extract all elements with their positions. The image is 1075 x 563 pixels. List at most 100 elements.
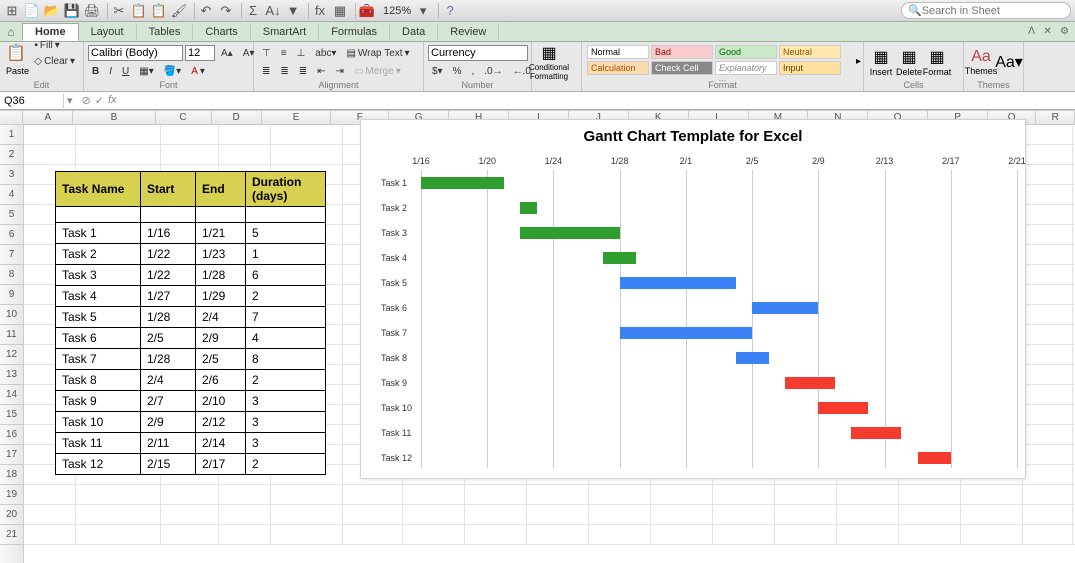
gantt-bar[interactable] <box>785 377 835 389</box>
insert-cells-button[interactable]: ▦Insert <box>868 44 894 80</box>
cancel-formula-icon[interactable]: ⊘ <box>82 94 91 107</box>
table-header[interactable]: Start <box>141 172 196 207</box>
percent-icon[interactable]: % <box>449 64 466 79</box>
indent-inc-icon[interactable]: ⇥ <box>332 64 348 79</box>
font-name-select[interactable] <box>88 45 183 61</box>
col-header-D[interactable]: D <box>212 111 262 124</box>
table-row[interactable]: Task 51/282/47 <box>56 307 326 328</box>
gantt-chart[interactable]: Gantt Chart Template for Excel 1/161/201… <box>360 119 1026 479</box>
search-input[interactable] <box>922 5 1062 17</box>
gantt-bar[interactable] <box>520 227 619 239</box>
fx-toggle-icon[interactable]: fx <box>312 3 328 19</box>
table-row[interactable]: Task 92/72/103 <box>56 391 326 412</box>
table-row[interactable]: Task 71/282/58 <box>56 349 326 370</box>
style-normal[interactable]: Normal <box>587 45 649 59</box>
select-all-corner[interactable] <box>0 111 23 124</box>
gantt-bar[interactable] <box>620 327 752 339</box>
row-header-11[interactable]: 11 <box>0 325 23 345</box>
row-header-2[interactable]: 2 <box>0 145 23 165</box>
table-row[interactable]: Task 21/221/231 <box>56 244 326 265</box>
format-painter-icon[interactable]: 🖌 <box>171 3 187 19</box>
table-header[interactable]: End <box>196 172 246 207</box>
font-size-select[interactable] <box>185 45 215 61</box>
row-header-14[interactable]: 14 <box>0 385 23 405</box>
tab-formulas[interactable]: Formulas <box>319 24 390 40</box>
align-top-icon[interactable]: ⊤ <box>258 46 275 61</box>
col-header-C[interactable]: C <box>156 111 212 124</box>
gantt-bar[interactable] <box>736 352 769 364</box>
gantt-bar[interactable] <box>421 177 504 189</box>
delete-cells-button[interactable]: ▦Delete <box>896 44 922 80</box>
fill-button[interactable]: ▪ Fill ▾ <box>30 38 79 53</box>
dec-inc-icon[interactable]: .0→ <box>480 64 506 79</box>
gantt-bar[interactable] <box>752 302 818 314</box>
table-row[interactable]: Task 122/152/172 <box>56 454 326 475</box>
cut-icon[interactable]: ✂ <box>111 3 127 19</box>
tab-smartart[interactable]: SmartArt <box>251 24 319 40</box>
tab-layout[interactable]: Layout <box>79 24 137 40</box>
fx-icon[interactable]: fx <box>108 94 117 107</box>
enter-formula-icon[interactable]: ✓ <box>95 94 104 107</box>
gantt-bar[interactable] <box>851 427 901 439</box>
gantt-bar[interactable] <box>603 252 636 264</box>
format-cells-button[interactable]: ▦Format <box>924 44 950 80</box>
paste-icon[interactable]: 📋 <box>151 3 167 19</box>
italic-button[interactable]: I <box>105 64 116 79</box>
orientation-icon[interactable]: abc▾ <box>311 46 340 61</box>
help-icon[interactable]: ? <box>442 3 458 19</box>
style-explanatory[interactable]: Explanatory ... <box>715 61 777 75</box>
row-header-9[interactable]: 9 <box>0 285 23 305</box>
table-row[interactable]: Task 11/161/215 <box>56 223 326 244</box>
row-header-12[interactable]: 12 <box>0 345 23 365</box>
table-row[interactable]: Task 62/52/94 <box>56 328 326 349</box>
underline-button[interactable]: U <box>118 64 133 79</box>
task-table[interactable]: Task NameStartEndDuration (days)Task 11/… <box>55 171 326 475</box>
file-icon[interactable]: 📄 <box>24 3 40 19</box>
row-header-16[interactable]: 16 <box>0 425 23 445</box>
comma-icon[interactable]: , <box>468 64 479 79</box>
col-header-B[interactable]: B <box>73 111 155 124</box>
number-format-select[interactable] <box>428 45 528 61</box>
gantt-bar[interactable] <box>818 402 868 414</box>
row-header-18[interactable]: 18 <box>0 465 23 485</box>
save-icon[interactable]: 💾 <box>64 3 80 19</box>
style-bad[interactable]: Bad <box>651 45 713 59</box>
col-header-R[interactable]: R <box>1036 111 1075 124</box>
autosum-icon[interactable]: Σ <box>245 3 261 19</box>
tab-tables[interactable]: Tables <box>137 24 194 40</box>
row-header-19[interactable]: 19 <box>0 485 23 505</box>
style-neutral[interactable]: Neutral <box>779 45 841 59</box>
currency-icon[interactable]: $▾ <box>428 64 447 79</box>
row-header-5[interactable]: 5 <box>0 205 23 225</box>
print-icon[interactable]: 🖨 <box>84 3 100 19</box>
wrap-text-button[interactable]: ▤ Wrap Text ▾ <box>342 46 413 61</box>
open-icon[interactable]: 📂 <box>44 3 60 19</box>
table-header[interactable]: Duration (days) <box>246 172 326 207</box>
redo-icon[interactable]: ↷ <box>218 3 234 19</box>
bold-button[interactable]: B <box>88 64 103 79</box>
table-row[interactable]: Task 82/42/62 <box>56 370 326 391</box>
row-header-20[interactable]: 20 <box>0 505 23 525</box>
sort-icon[interactable]: A↓ <box>265 3 281 19</box>
name-box-dropdown-icon[interactable]: ▾ <box>64 94 76 107</box>
border-button[interactable]: ▦▾ <box>135 64 157 79</box>
col-header-E[interactable]: E <box>262 111 332 124</box>
row-header-7[interactable]: 7 <box>0 245 23 265</box>
table-row[interactable]: Task 112/112/143 <box>56 433 326 454</box>
copy-icon[interactable]: 📋 <box>131 3 147 19</box>
filter-icon[interactable]: ▼ <box>285 3 301 19</box>
style-check[interactable]: Check Cell <box>651 61 713 75</box>
row-header-21[interactable]: 21 <box>0 525 23 545</box>
ribbon-collapse[interactable]: ᐱ ✕ ⚙ <box>1028 26 1075 37</box>
merge-button[interactable]: ▭ Merge ▾ <box>350 64 405 79</box>
font-color-button[interactable]: A▾ <box>187 64 209 79</box>
row-header-17[interactable]: 17 <box>0 445 23 465</box>
row-header-15[interactable]: 15 <box>0 405 23 425</box>
conditional-formatting-button[interactable]: ▦ Conditional Formatting <box>536 44 562 80</box>
align-center-icon[interactable]: ≣ <box>276 64 292 79</box>
table-row[interactable]: Task 102/92/123 <box>56 412 326 433</box>
gantt-bar[interactable] <box>520 202 537 214</box>
row-header-13[interactable]: 13 <box>0 365 23 385</box>
align-left-icon[interactable]: ≣ <box>258 64 274 79</box>
tab-data[interactable]: Data <box>390 24 438 40</box>
